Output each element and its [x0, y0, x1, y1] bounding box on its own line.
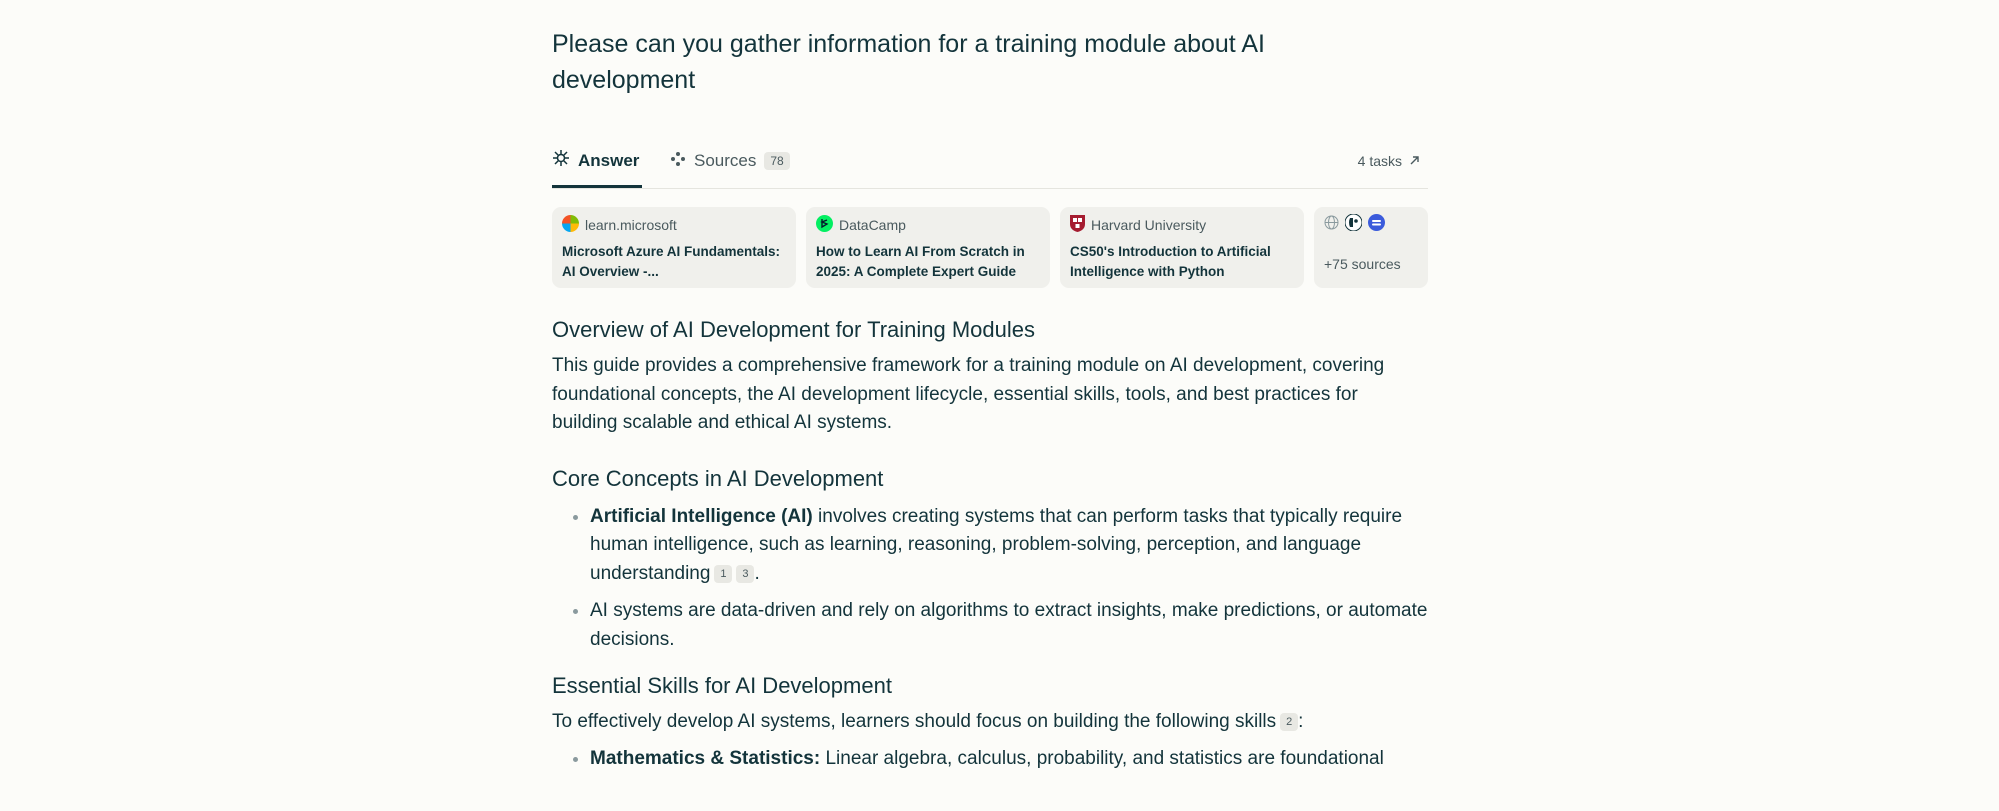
answer-body: Overview of AI Development for Training … [552, 314, 1428, 782]
answer-tabs: Answer Sources 78 4 tasks [552, 136, 1428, 189]
bullet-bold-term: Artificial Intelligence (AI) [590, 505, 813, 527]
bullet-text: Linear algebra, calculus, probability, a… [820, 747, 1384, 769]
bullet-bold-term: Mathematics & Statistics: [590, 747, 821, 769]
overview-paragraph: This guide provides a comprehensive fram… [552, 355, 1385, 433]
microsoft-logo-icon [562, 215, 579, 235]
list-item: Artificial Intelligence (AI) involves cr… [590, 503, 1428, 589]
source-cards: learn.microsoft Microsoft Azure AI Funda… [552, 207, 1428, 288]
harvard-shield-icon [1070, 215, 1085, 235]
globe-icon [1324, 215, 1339, 235]
skills-list: Mathematics & Statistics: Linear algebra… [552, 745, 1428, 774]
sources-count-badge: 78 [764, 152, 790, 170]
citation-badge[interactable]: 3 [736, 564, 755, 583]
core-concepts-list: Artificial Intelligence (AI) involves cr… [552, 503, 1428, 655]
skills-intro: To effectively develop AI systems, learn… [552, 711, 1304, 732]
tab-answer[interactable]: Answer [552, 136, 642, 188]
source-logo-icon [1344, 213, 1363, 236]
section-heading: Core Concepts in AI Development [552, 465, 884, 491]
source-site: Harvard University [1091, 217, 1207, 233]
source-title: Microsoft Azure AI Fundamentals: AI Over… [562, 244, 781, 279]
datacamp-logo-icon [816, 215, 833, 235]
tab-sources-label: Sources [694, 151, 757, 170]
citation-badge[interactable]: 2 [1280, 713, 1299, 731]
arrow-up-right-icon [1409, 153, 1420, 169]
tasks-link[interactable]: 4 tasks [1358, 136, 1420, 186]
source-card-harvard[interactable]: Harvard University CS50's Introduction t… [1060, 207, 1304, 288]
more-sources-card[interactable]: +75 sources [1314, 207, 1428, 288]
section-heading: Overview of AI Development for Training … [552, 317, 1036, 342]
tab-answer-label: Answer [578, 150, 640, 170]
source-title: CS50's Introduction to Artificial Intell… [1070, 244, 1271, 279]
source-card-datacamp[interactable]: DataCamp How to Learn AI From Scratch in… [806, 207, 1050, 288]
skills-intro-text: To effectively develop AI systems, learn… [552, 711, 1277, 732]
more-sources-label: +75 sources [1324, 256, 1401, 272]
tab-sources[interactable]: Sources 78 [670, 136, 790, 186]
source-title: How to Learn AI From Scratch in 2025: A … [816, 244, 1025, 279]
answer-icon [552, 149, 570, 172]
source-card-microsoft[interactable]: learn.microsoft Microsoft Azure AI Funda… [552, 207, 796, 288]
query-title: Please can you gather information for a … [552, 30, 1265, 94]
source-logo-icon [1368, 214, 1385, 236]
list-item: AI systems are data-driven and rely on a… [590, 597, 1428, 654]
bullet-text: AI systems are data-driven and rely on a… [590, 600, 1428, 650]
source-site: learn.microsoft [585, 217, 677, 233]
sources-icon [670, 151, 686, 172]
section-heading: Essential Skills for AI Development [552, 673, 892, 698]
source-site: DataCamp [839, 217, 906, 233]
list-item: Mathematics & Statistics: Linear algebra… [590, 745, 1428, 774]
citation-badge[interactable]: 1 [714, 564, 733, 583]
tasks-label: 4 tasks [1357, 153, 1402, 169]
